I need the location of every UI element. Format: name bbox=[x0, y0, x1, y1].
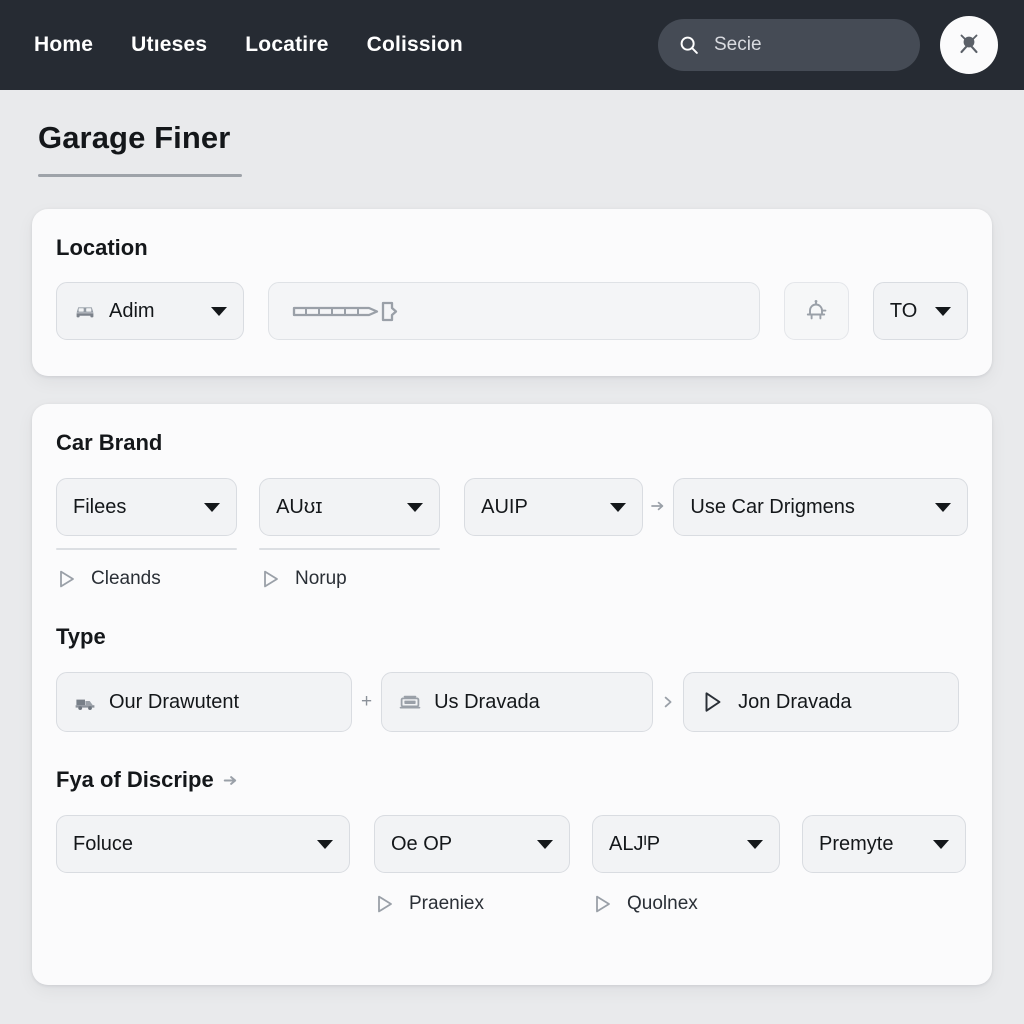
car-brand-select-3[interactable]: Use Car Drigmens bbox=[673, 478, 969, 536]
location-card: Location Adim TO bbox=[32, 209, 992, 376]
nav-item-locatire[interactable]: Locatire bbox=[245, 33, 328, 57]
type-row: Our Drawutent + Us Dravada Jon Dravada bbox=[56, 672, 968, 732]
nav-item-utieses[interactable]: Utıeses bbox=[131, 33, 207, 57]
type-heading: Type bbox=[56, 624, 106, 649]
arrow-right-icon bbox=[223, 775, 236, 785]
page-title-block: Garage Finer bbox=[0, 90, 1024, 177]
discripe-subitems-row: Praeniex Quolnex bbox=[56, 893, 968, 915]
car-brand-select-2[interactable]: AUIP bbox=[464, 478, 644, 536]
car-brand-underline-1 bbox=[259, 548, 441, 550]
top-navigation-bar: Home Utıeses Locatire Colission Secie bbox=[0, 0, 1024, 90]
discripe-label-2: ALJᴵP bbox=[609, 832, 661, 855]
car-brand-subitem-norup[interactable]: Norup bbox=[260, 568, 347, 590]
arrow-right-icon bbox=[664, 696, 672, 708]
discripe-heading-row: Fya of Discripe bbox=[56, 767, 968, 793]
arrow-right-icon bbox=[651, 501, 664, 511]
chevron-down-icon bbox=[933, 839, 949, 849]
car-brand-label-1: AUʊɪ bbox=[276, 495, 323, 518]
page-title: Garage Finer bbox=[38, 120, 231, 155]
nav-item-colission[interactable]: Colission bbox=[367, 33, 463, 57]
car-brand-subitem-label-0: Cleands bbox=[91, 568, 161, 589]
car-brand-label-2: AUIP bbox=[481, 495, 528, 518]
discripe-heading: Fya of Discripe bbox=[56, 767, 214, 792]
location-address-field[interactable] bbox=[267, 282, 760, 340]
chevron-down-icon bbox=[610, 502, 627, 512]
discripe-select-3[interactable]: Premyte bbox=[802, 815, 966, 873]
car-brand-select-1[interactable]: AUʊɪ bbox=[259, 478, 441, 536]
car-brand-heading: Car Brand bbox=[56, 430, 163, 455]
chevron-down-icon bbox=[935, 306, 951, 316]
car-brand-label-3: Use Car Drigmens bbox=[690, 495, 855, 518]
discripe-row: Foluce Oe OP ALJᴵP Premyte bbox=[56, 815, 968, 873]
car-brand-select-0-wrap: Filees bbox=[56, 478, 238, 550]
type-option-0[interactable]: Our Drawutent bbox=[56, 672, 352, 732]
search-box[interactable]: Secie bbox=[658, 19, 920, 71]
app-root: Home Utıeses Locatire Colission Secie Ga… bbox=[0, 0, 1024, 1024]
ruler-arrow-icon bbox=[292, 301, 398, 322]
discripe-subitem-quolnex[interactable]: Quolnex bbox=[592, 893, 698, 915]
chevron-down-icon bbox=[935, 502, 952, 512]
discripe-select-1[interactable]: Oe OP bbox=[374, 815, 570, 873]
discripe-subitem-label-0: Praeniex bbox=[409, 893, 484, 914]
location-brand-label: Adim bbox=[109, 299, 155, 322]
type-option-1[interactable]: Us Dravada bbox=[381, 672, 654, 732]
play-outline-icon bbox=[596, 895, 610, 913]
type-option-2[interactable]: Jon Dravada bbox=[683, 672, 960, 732]
play-outline-icon bbox=[264, 570, 278, 588]
location-card-inner: Location Adim TO bbox=[32, 209, 992, 340]
discripe-select-2[interactable]: ALJᴵP bbox=[592, 815, 780, 873]
type-option-label-1: Us Dravada bbox=[434, 690, 540, 713]
discripe-select-0[interactable]: Foluce bbox=[56, 815, 350, 873]
discripe-label-3: Premyte bbox=[819, 832, 894, 855]
title-underline bbox=[38, 174, 242, 177]
avatar-glyph-icon bbox=[960, 34, 978, 54]
play-outline-icon bbox=[378, 895, 392, 913]
type-separator-plus: + bbox=[361, 691, 373, 712]
filters-card: Car Brand Filees AUʊɪ AUIP Use Car Drigm… bbox=[32, 404, 992, 985]
discripe-subitem-label-1: Quolnex bbox=[627, 893, 698, 914]
location-brand-select[interactable]: Adim bbox=[56, 282, 244, 340]
play-outline-icon bbox=[60, 570, 74, 588]
bell-robot-icon bbox=[807, 300, 827, 320]
discripe-subitem-praeniex[interactable]: Praeniex bbox=[374, 893, 592, 915]
search-input[interactable]: Secie bbox=[714, 34, 762, 56]
search-icon bbox=[680, 36, 698, 54]
play-outline-icon bbox=[705, 692, 721, 712]
car-brand-subitems-row: Cleands Norup bbox=[56, 568, 968, 590]
location-icon-button[interactable] bbox=[783, 282, 849, 340]
chevron-down-icon bbox=[747, 839, 763, 849]
chevron-down-icon bbox=[407, 502, 424, 512]
chevron-down-icon bbox=[210, 306, 227, 316]
car-brand-row: Filees AUʊɪ AUIP Use Car Drigmens bbox=[56, 478, 969, 550]
location-to-select[interactable]: TO bbox=[872, 282, 968, 340]
nav-links: Home Utıeses Locatire Colission bbox=[34, 33, 463, 57]
car-front-icon bbox=[399, 695, 421, 709]
truck-icon bbox=[75, 699, 95, 710]
location-to-label: TO bbox=[889, 299, 918, 322]
chevron-down-icon bbox=[204, 502, 221, 512]
discripe-label-0: Foluce bbox=[73, 832, 134, 855]
car-brand-underline-0 bbox=[56, 548, 238, 550]
location-heading: Location bbox=[56, 235, 148, 260]
discripe-label-1: Oe OP bbox=[391, 832, 453, 855]
nav-item-home[interactable]: Home bbox=[34, 33, 93, 57]
car-brand-select-0[interactable]: Filees bbox=[56, 478, 238, 536]
chevron-down-icon bbox=[537, 839, 553, 849]
filters-card-inner: Car Brand Filees AUʊɪ AUIP Use Car Drigm… bbox=[32, 404, 992, 915]
car-brand-select-1-wrap: AUʊɪ bbox=[259, 478, 441, 550]
car-brand-label-0: Filees bbox=[73, 495, 127, 518]
avatar[interactable] bbox=[940, 16, 998, 74]
type-option-label-0: Our Drawutent bbox=[109, 690, 240, 713]
car-brand-subitem-label-1: Norup bbox=[295, 568, 347, 589]
type-option-label-2: Jon Dravada bbox=[738, 690, 852, 713]
location-controls-row: Adim TO bbox=[56, 282, 968, 340]
top-bar-right: Secie bbox=[658, 16, 998, 74]
chevron-down-icon bbox=[317, 839, 333, 849]
car-icon bbox=[76, 307, 94, 318]
car-brand-subitem-cleands[interactable]: Cleands bbox=[56, 568, 260, 590]
